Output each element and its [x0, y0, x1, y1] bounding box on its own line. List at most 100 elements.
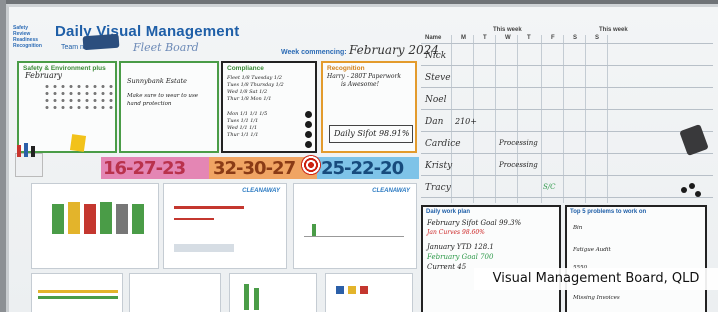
report-sheet [229, 273, 317, 312]
dwp-line: Current 45 [427, 263, 467, 271]
marker-black [31, 146, 35, 157]
grid-row-line [421, 197, 713, 198]
strip-number-2: 32-30-27 [213, 158, 296, 179]
staff-name: Tracy [425, 183, 451, 193]
sheet-axis [304, 236, 404, 237]
compliance-line: Tues 1/1 1/1 [227, 118, 259, 124]
marker-red [17, 145, 21, 157]
dwp-line: February Sifot Goal 99.3% [427, 219, 522, 227]
report-sheet: CLEANAWAY [163, 183, 287, 269]
compliance-line: Tues 1/8 Thursday 1/2 [227, 82, 284, 88]
strip-number-1: 16-27-23 [103, 158, 186, 179]
compliance-line: Wed 1/8 Sat 1/2 [227, 89, 268, 95]
grid-col-line [563, 35, 564, 203]
day-header: M [461, 35, 466, 41]
header-legend: Safety Review Readiness Recognition [13, 25, 47, 49]
sheet-bar [132, 204, 144, 234]
sheet-line [174, 218, 214, 220]
day-header: T [527, 35, 531, 41]
staff-name: Cardice [425, 139, 461, 149]
magnet-black [681, 187, 687, 193]
recognition-panel: Recognition Harry - 280T Paperwork is Aw… [321, 61, 417, 153]
calendar-dots [43, 83, 113, 113]
name-header: Name [425, 35, 442, 41]
recognition-text2: is Awesome! [341, 81, 379, 88]
magnet-black [695, 191, 701, 197]
compliance-line: Thur 1/8 Mon 1/1 [227, 96, 272, 102]
dwp-line: Jan Curves 98.60% [427, 229, 485, 236]
sheet-line [174, 206, 244, 209]
compliance-line: Wed 1/1 1/1 [227, 125, 258, 131]
notice-panel: Sunnybank Estate Make sure to wear to us… [119, 61, 219, 153]
compliance-line: Mon 1/1 1/1 1/5 [227, 111, 268, 117]
daily-sifot: Daily Sifot 98.91% [334, 129, 410, 138]
day-header: F [551, 35, 555, 41]
staff-name: Dan [425, 117, 444, 127]
sheet-bar [336, 286, 344, 294]
day-header: T [483, 35, 487, 41]
blue-tape-magnet [82, 33, 120, 51]
sheet-bar [84, 204, 96, 234]
compliance-panel: Compliance Fleet 1/8 Tuesday 1/2 Tues 1/… [221, 61, 317, 153]
yellow-magnet [69, 134, 87, 152]
marker-blue [24, 143, 28, 157]
sheet-bar [38, 296, 118, 299]
photo-caption: Visual Management Board, QLD [474, 268, 718, 290]
day-header: S [573, 35, 578, 41]
sheet-bar [116, 204, 128, 234]
report-sheet [129, 273, 221, 312]
magnet-black [305, 141, 312, 148]
staff-name: Noel [425, 95, 447, 105]
sheet-bar [68, 202, 80, 234]
daily-work-plan-panel: Daily work plan February Sifot Goal 99.3… [421, 205, 561, 312]
problem-item: Missing Invoices [573, 295, 620, 301]
grid-row-line [421, 153, 713, 154]
magnet-black [689, 183, 695, 189]
compliance-line: Thur 1/1 1/1 [227, 132, 259, 138]
dwp-line: February Goal 700 [427, 253, 494, 261]
cleanaway-logo: CLEANAWAY [372, 188, 410, 194]
grid-col-line [451, 35, 452, 203]
team-value: Fleet Board [133, 41, 199, 54]
this-week-label: This week [493, 27, 522, 33]
grid-row-line [421, 65, 713, 66]
top5-problems-panel: Top 5 problems to work on Bin Fatigue Au… [565, 205, 707, 312]
grid-col-line [585, 35, 586, 203]
sheet-block [174, 244, 234, 252]
weekly-schedule: Name This week This week M T W T F S S N… [421, 27, 713, 203]
week-label: Week commencing: [281, 49, 347, 56]
grid-row-line [421, 109, 713, 110]
whiteboard: Safety Review Readiness Recognition Dail… [6, 4, 718, 312]
this-week-label: This week [599, 27, 628, 33]
sheet-bar [52, 204, 64, 234]
notice-line1: Sunnybank Estate [127, 77, 187, 85]
notice-line2: Make sure to wear to use [127, 93, 199, 99]
dwp-title: Daily work plan [426, 209, 471, 215]
safety-panel: Safety & Environment plus February [17, 61, 117, 153]
grid-col-line [517, 35, 518, 203]
cleanaway-logo: CLEANAWAY [242, 188, 280, 194]
report-sheet [31, 273, 123, 312]
staff-name: Kristy [425, 161, 453, 171]
schedule-entry: Processing [499, 139, 538, 147]
problem-item: Fatigue Audit [573, 247, 611, 253]
target-magnet-icon [301, 155, 321, 175]
top5-title: Top 5 problems to work on [570, 209, 647, 215]
report-sheet [325, 273, 413, 312]
report-sheet: CLEANAWAY [293, 183, 417, 269]
sheet-bar [244, 284, 249, 310]
legend-recognition: Recognition [13, 43, 42, 49]
sheet-bar [254, 288, 259, 310]
sheet-bar [38, 290, 118, 293]
grid-row-line [421, 87, 713, 88]
safety-month: February [25, 71, 63, 80]
compliance-title: Compliance [227, 65, 264, 72]
magnet-black [305, 121, 312, 128]
strip-number-3: 25-22-20 [321, 158, 404, 179]
sheet-bar [348, 286, 356, 294]
day-header: W [505, 35, 511, 41]
report-sheet [31, 183, 159, 269]
recognition-text1: Harry - 280T Paperwork [327, 73, 401, 80]
grid-col-line [495, 35, 496, 203]
grid-row-line [421, 131, 713, 132]
